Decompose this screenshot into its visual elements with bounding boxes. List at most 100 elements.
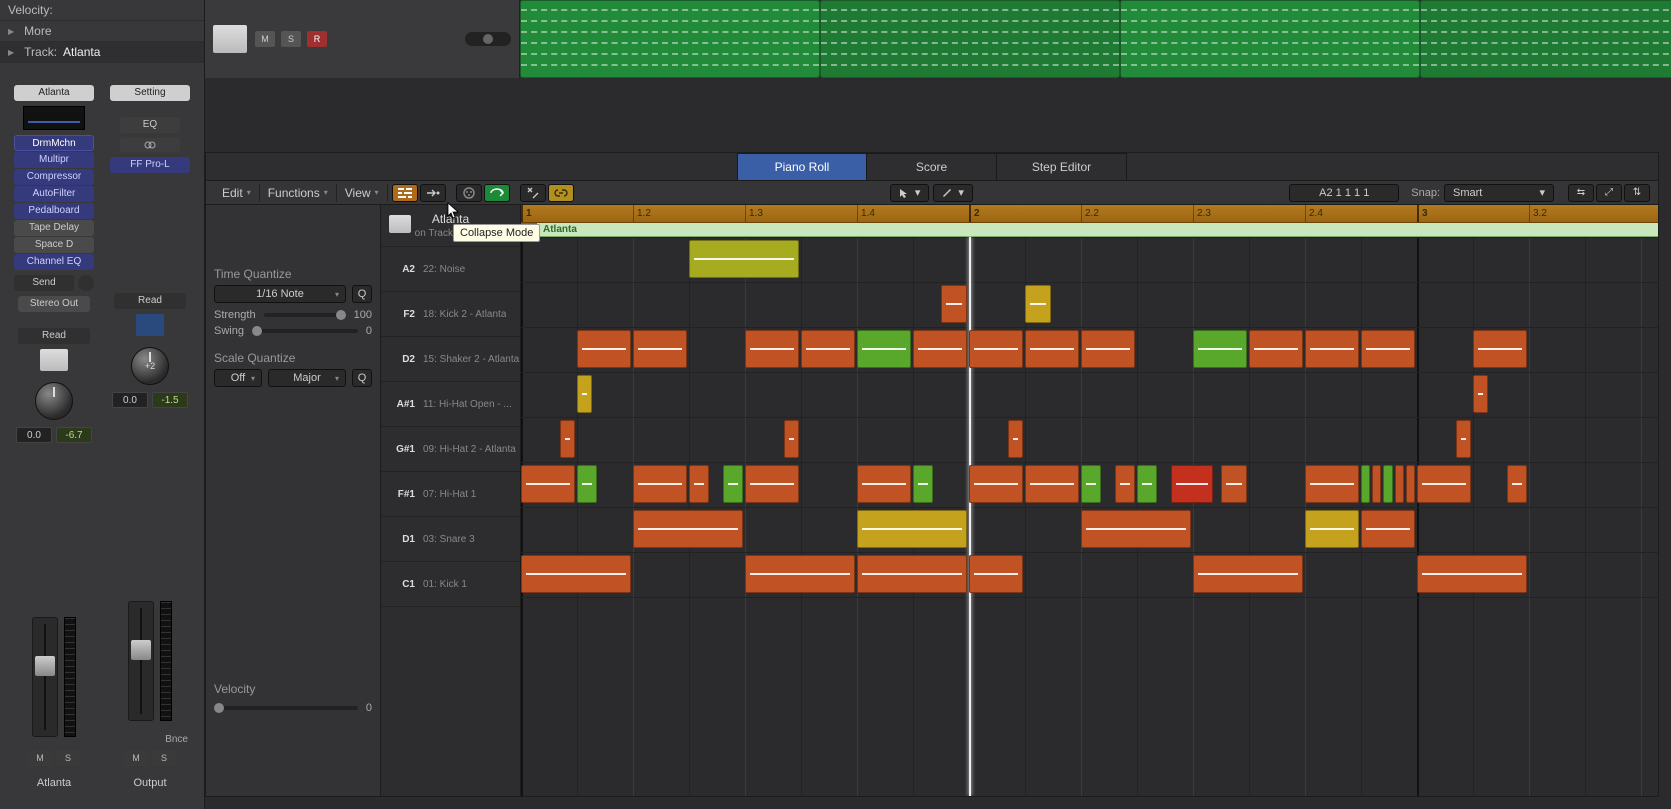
midi-note[interactable] xyxy=(1025,285,1051,323)
midi-note[interactable] xyxy=(1025,330,1079,368)
midi-note[interactable] xyxy=(1361,330,1415,368)
zoom-horiz-button[interactable]: ⇆ xyxy=(1568,184,1594,202)
midi-note[interactable] xyxy=(1473,375,1488,413)
midi-note[interactable] xyxy=(1115,465,1135,503)
insert-slot[interactable]: Channel EQ xyxy=(14,254,94,270)
midi-note[interactable] xyxy=(969,465,1023,503)
midi-note[interactable] xyxy=(723,465,743,503)
midi-note[interactable] xyxy=(521,465,575,503)
midi-note[interactable] xyxy=(1171,465,1214,503)
midi-note[interactable] xyxy=(745,330,799,368)
bounce-label[interactable]: Bnce xyxy=(110,734,190,745)
link-button[interactable] xyxy=(548,184,574,202)
midi-note[interactable] xyxy=(1361,465,1370,503)
tool-menu-button[interactable] xyxy=(520,184,546,202)
midi-note[interactable] xyxy=(1305,330,1359,368)
region-loop-handle-icon[interactable] xyxy=(521,223,537,236)
midi-note[interactable] xyxy=(1081,330,1135,368)
midi-note[interactable] xyxy=(745,555,855,593)
midi-note[interactable] xyxy=(633,465,687,503)
midi-note[interactable] xyxy=(1361,510,1415,548)
insert-slot[interactable]: Tape Delay xyxy=(14,220,94,236)
midi-note[interactable] xyxy=(1305,465,1359,503)
automation-mode[interactable]: Read xyxy=(114,293,186,309)
row-label[interactable]: G#109: Hi-Hat 2 - Atlanta xyxy=(381,427,520,472)
midi-note[interactable] xyxy=(1025,465,1079,503)
mute-button[interactable]: M xyxy=(255,31,275,47)
inspector-more-row[interactable]: More xyxy=(0,21,204,42)
menu-functions[interactable]: Functions xyxy=(260,184,337,202)
solo-button[interactable]: S xyxy=(152,750,176,766)
volume-fader[interactable] xyxy=(128,601,154,721)
region-title-bar[interactable]: Atlanta xyxy=(521,223,1658,237)
output-routing[interactable]: Stereo Out xyxy=(18,296,90,312)
zoom-vert-button[interactable]: ⇅ xyxy=(1624,184,1650,202)
midi-note[interactable] xyxy=(913,465,933,503)
collapse-mode-button[interactable] xyxy=(392,184,418,202)
insert-slot[interactable]: FF Pro-L xyxy=(110,157,190,173)
midi-note[interactable] xyxy=(689,465,709,503)
midi-note[interactable] xyxy=(1137,465,1157,503)
pan-knob[interactable] xyxy=(465,32,511,46)
midi-note[interactable] xyxy=(857,465,911,503)
midi-note[interactable] xyxy=(1008,420,1023,458)
midi-note[interactable] xyxy=(1221,465,1247,503)
arrange-region[interactable] xyxy=(1420,0,1671,78)
tab-score[interactable]: Score xyxy=(867,153,997,180)
menu-view[interactable]: View xyxy=(337,184,388,202)
arrange-region[interactable] xyxy=(820,0,1120,78)
arrange-area[interactable] xyxy=(520,0,1671,78)
scale-type-selector[interactable]: Major xyxy=(268,369,346,387)
piano-roll-grid[interactable] xyxy=(521,237,1658,796)
editor-ruler[interactable]: 11.21.31.422.22.32.433.2 xyxy=(521,205,1658,223)
midi-note[interactable] xyxy=(1417,465,1471,503)
mute-button[interactable]: M xyxy=(28,750,52,766)
strength-slider[interactable] xyxy=(264,313,346,317)
midi-note[interactable] xyxy=(1249,330,1303,368)
swing-slider[interactable] xyxy=(252,329,358,333)
auto-zoom-button[interactable]: ⤢ xyxy=(1596,184,1622,202)
midi-note[interactable] xyxy=(1395,465,1404,503)
midi-note[interactable] xyxy=(801,330,855,368)
midi-note[interactable] xyxy=(560,420,575,458)
midi-note[interactable] xyxy=(1406,465,1415,503)
quantize-value-selector[interactable]: 1/16 Note xyxy=(214,285,346,303)
midi-note[interactable] xyxy=(1081,510,1191,548)
row-label[interactable]: C101: Kick 1 xyxy=(381,562,520,607)
midi-note[interactable] xyxy=(1507,465,1527,503)
midi-note[interactable] xyxy=(577,330,631,368)
midi-note[interactable] xyxy=(1383,465,1392,503)
midi-note[interactable] xyxy=(969,555,1023,593)
midi-note[interactable] xyxy=(1081,465,1101,503)
menu-edit[interactable]: Edit xyxy=(214,184,260,202)
midi-note[interactable] xyxy=(1456,420,1471,458)
midi-note[interactable] xyxy=(913,330,967,368)
strip-setting-button[interactable]: Setting xyxy=(110,85,190,101)
midi-note[interactable] xyxy=(745,465,799,503)
velocity-slider[interactable] xyxy=(214,706,358,710)
midi-in-button[interactable] xyxy=(420,184,446,202)
midi-note[interactable] xyxy=(633,330,687,368)
midi-note[interactable] xyxy=(1193,330,1247,368)
midi-note[interactable] xyxy=(1417,555,1527,593)
snap-selector[interactable]: Smart▾ xyxy=(1444,184,1554,202)
midi-note[interactable] xyxy=(969,330,1023,368)
midi-note[interactable] xyxy=(1193,555,1303,593)
left-tool-selector[interactable]: ▾ xyxy=(890,184,930,202)
tab-piano-roll[interactable]: Piano Roll xyxy=(737,153,867,180)
solo-button[interactable]: S xyxy=(281,31,301,47)
midi-note[interactable] xyxy=(857,330,911,368)
record-enable-button[interactable]: R xyxy=(307,31,327,47)
row-label[interactable]: A#111: Hi-Hat Open - ... xyxy=(381,382,520,427)
row-label[interactable]: F#107: Hi-Hat 1 xyxy=(381,472,520,517)
arrange-region[interactable] xyxy=(520,0,820,78)
midi-note[interactable] xyxy=(689,240,799,278)
tab-step-editor[interactable]: Step Editor xyxy=(997,153,1127,180)
midi-note[interactable] xyxy=(577,375,592,413)
eq-thumbnail[interactable] xyxy=(23,106,85,130)
solo-button[interactable]: S xyxy=(56,750,80,766)
midi-out-button[interactable] xyxy=(456,184,482,202)
pan-knob[interactable] xyxy=(35,382,73,420)
midi-note[interactable] xyxy=(941,285,967,323)
pan-knob[interactable]: +2 xyxy=(131,347,169,385)
